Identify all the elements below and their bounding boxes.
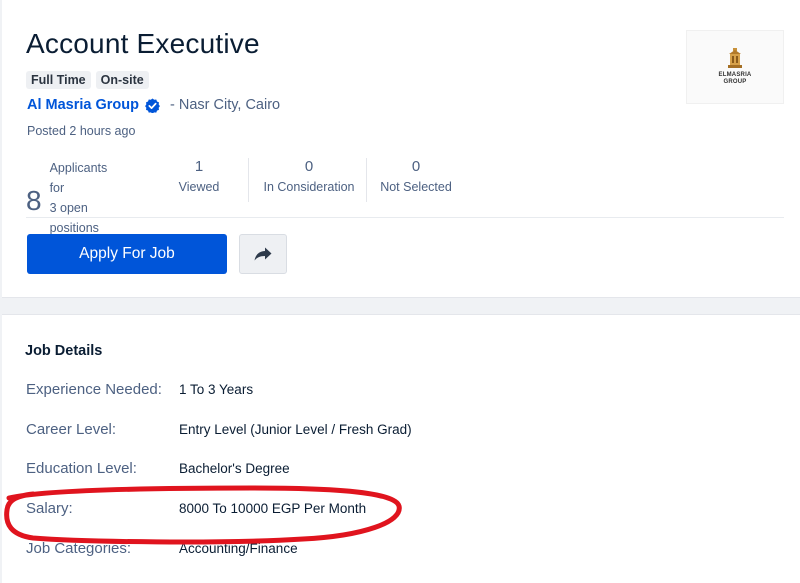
apply-button[interactable]: Apply For Job (27, 234, 227, 274)
detail-value[interactable]: Entry Level (Junior Level / Fresh Grad) (179, 422, 412, 437)
stat-not-selected-value: 0 (411, 158, 421, 175)
applicants-block: 8 Applicants for 3 open positions (26, 158, 107, 238)
tag-on-site[interactable]: On-site (95, 71, 149, 89)
logo-text: ELMASRIA GROUP (718, 72, 752, 85)
stat-not-selected-label: Not Selected (380, 180, 452, 194)
stat-consideration-value: 0 (304, 158, 314, 175)
stat-viewed: 1 Viewed (174, 158, 224, 194)
share-icon (254, 247, 272, 261)
detail-label: Education Level: (26, 460, 137, 477)
stat-in-consideration: 0 In Consideration (259, 158, 359, 194)
company-link[interactable]: Al Masria Group (27, 97, 139, 113)
company-row: Al Masria Group - Nasr City, Cairo (27, 97, 280, 113)
share-button[interactable] (239, 234, 287, 274)
job-details-title: Job Details (25, 343, 103, 359)
job-header-card: Account Executive Full Time On-site Al M… (2, 0, 800, 298)
company-logo[interactable]: ELMASRIA GROUP (686, 30, 784, 104)
company-logo-emblem-icon (728, 48, 742, 68)
applicants-count: 8 (26, 185, 42, 216)
applicants-text: Applicants for 3 open positions (49, 161, 108, 235)
detail-label: Experience Needed: (26, 381, 162, 398)
job-tags: Full Time On-site (26, 71, 149, 89)
verified-icon (145, 97, 160, 113)
detail-value: Bachelor's Degree (179, 461, 290, 476)
stat-consideration-label: In Consideration (263, 180, 355, 194)
stat-divider (366, 158, 367, 202)
stat-viewed-value: 1 (194, 158, 204, 175)
stat-not-selected: 0 Not Selected (378, 158, 454, 194)
header-divider (26, 217, 784, 218)
job-location: - Nasr City, Cairo (170, 97, 281, 113)
stat-divider (248, 158, 249, 202)
detail-value: 1 To 3 Years (179, 382, 254, 397)
job-title: Account Executive (26, 28, 260, 59)
posted-time: Posted 2 hours ago (27, 124, 136, 138)
tag-full-time[interactable]: Full Time (26, 71, 91, 89)
stat-viewed-label: Viewed (178, 180, 220, 194)
detail-label: Career Level: (26, 421, 117, 438)
salary-highlight-circle (4, 485, 402, 545)
